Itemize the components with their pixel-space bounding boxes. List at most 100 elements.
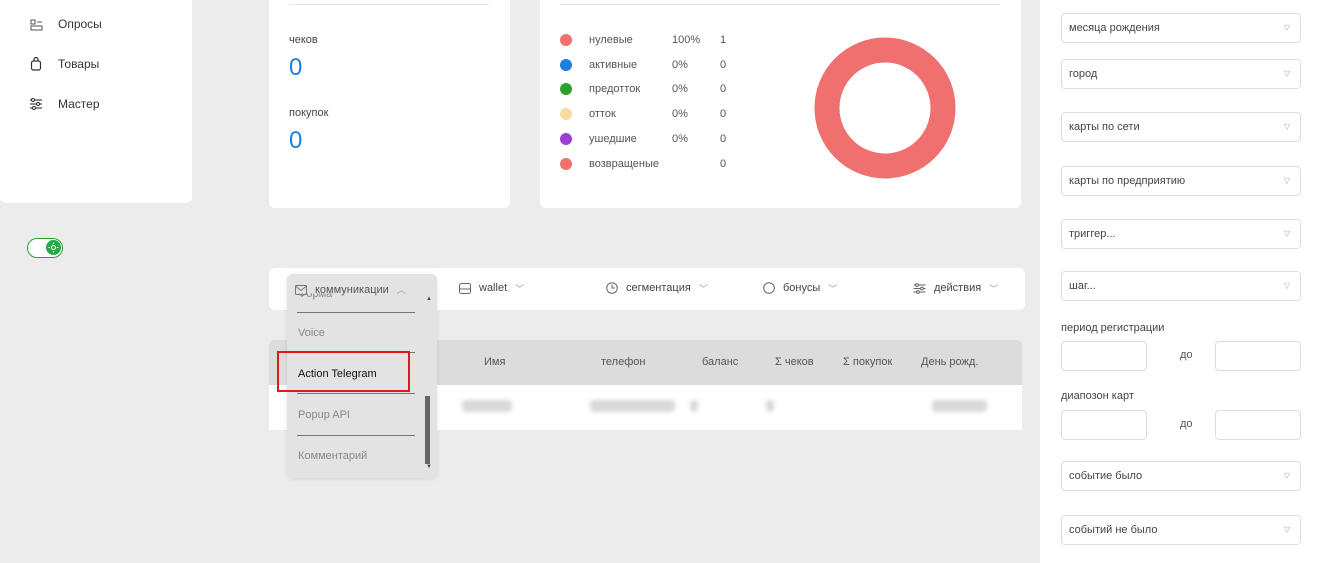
select-label: город [1069, 68, 1098, 80]
scroll-up-arrow[interactable]: ▲ [426, 296, 432, 302]
divider [289, 4, 489, 5]
select-label: триггер... [1069, 228, 1116, 240]
cards-range-label: диапозон карт [1061, 390, 1134, 402]
column-header-name[interactable]: Имя [484, 356, 505, 368]
donut-slice-zero [814, 37, 956, 179]
legend-dot [560, 158, 572, 170]
legend-name: ушедшие [589, 133, 637, 145]
legend-pct: 0% [672, 133, 688, 145]
legend-count: 1 [720, 34, 727, 46]
tab-label: действия [934, 282, 982, 294]
legend-count: 0 [720, 158, 727, 170]
tab-label: сегментация [626, 282, 691, 294]
select-label: карты по сети [1069, 121, 1140, 133]
registration-to-label: до [1180, 349, 1193, 361]
segments-donut [814, 37, 956, 179]
cards-from-input[interactable] [1061, 410, 1147, 440]
column-header-balance[interactable]: баланс [702, 356, 738, 368]
sidebar-item-surveys[interactable]: Опросы [28, 16, 102, 32]
registration-to-input[interactable] [1215, 341, 1301, 371]
chevron-down-icon: ▽ [1283, 471, 1290, 480]
chevron-down-icon: ▽ [1283, 69, 1290, 78]
legend-item: предотток 0% 0 [560, 81, 726, 97]
filter-enterprise-cards[interactable]: карты по предприятию ▽ [1061, 166, 1301, 196]
legend-dot [560, 133, 572, 145]
legend-count: 0 [720, 133, 727, 145]
theme-toggle[interactable] [27, 238, 63, 258]
sidebar-item-label: Мастер [58, 97, 100, 111]
purchases-value: 0 [289, 127, 303, 154]
cards-to-label: до [1180, 418, 1193, 430]
legend-dot [560, 34, 572, 46]
sidebar-item-label: Опросы [58, 17, 102, 31]
select-label: шаг... [1069, 280, 1096, 292]
chevron-down-icon: ▽ [1283, 281, 1290, 290]
chevron-down-icon: ﹀ [989, 283, 999, 294]
select-label: событий не было [1069, 524, 1158, 536]
legend-count: 0 [720, 108, 727, 120]
chevron-down-icon: ﹀ [515, 283, 525, 294]
dropdown-item-comment[interactable]: Комментарий [298, 450, 367, 462]
legend-item: нулевые 100% 1 [560, 32, 726, 48]
survey-icon [28, 16, 44, 32]
column-header-checks[interactable]: Σ чеков [775, 356, 814, 368]
sliders-icon [28, 96, 44, 112]
column-header-phone[interactable]: телефон [601, 356, 645, 368]
legend-item: ушедшие 0% 0 [560, 131, 726, 147]
chevron-down-icon: ﹀ [828, 283, 838, 294]
scroll-down-arrow[interactable]: ▼ [426, 464, 432, 470]
dropdown-scrollbar-thumb[interactable] [425, 396, 430, 464]
bag-icon [28, 56, 44, 72]
chevron-down-icon: ▽ [1283, 23, 1290, 32]
filter-event-not-happened[interactable]: событий не было ▽ [1061, 515, 1301, 545]
sun-icon [46, 240, 61, 255]
filter-city[interactable]: город ▽ [1061, 59, 1301, 89]
tab-segmentation[interactable]: сегментация ﹀ [606, 278, 708, 298]
legend-dot [560, 59, 572, 71]
sidebar-item-master[interactable]: Мастер [28, 96, 100, 112]
cards-to-input[interactable] [1215, 410, 1301, 440]
filter-event-happened[interactable]: событие было ▽ [1061, 461, 1301, 491]
redacted-balance [690, 400, 698, 412]
tab-bonuses[interactable]: бонусы ﹀ [763, 278, 837, 298]
dropdown-separator [297, 312, 415, 313]
legend-pct: 0% [672, 83, 688, 95]
circle-icon [763, 282, 775, 294]
legend-pct: 0% [672, 59, 688, 71]
highlight-box [277, 351, 410, 392]
select-label: карты по предприятию [1069, 175, 1186, 187]
legend-name: активные [589, 59, 638, 71]
chevron-down-icon: ▽ [1283, 122, 1290, 131]
tab-label: wallet [479, 282, 508, 294]
legend-name: нулевые [589, 34, 633, 46]
legend-dot [560, 108, 572, 120]
redacted-checks [766, 400, 774, 412]
checks-value: 0 [289, 54, 303, 81]
legend-dot [560, 83, 572, 95]
filter-step[interactable]: шаг... ▽ [1061, 271, 1301, 301]
select-label: событие было [1069, 470, 1143, 482]
legend-item: отток 0% 0 [560, 106, 726, 122]
filter-birth-month[interactable]: месяца рождения ▽ [1061, 13, 1301, 43]
redacted-phone [590, 400, 675, 412]
purchases-label: покупок [289, 107, 329, 119]
registration-from-input[interactable] [1061, 341, 1147, 371]
select-label: месяца рождения [1069, 22, 1160, 34]
dropdown-item-voice[interactable]: Voice [298, 327, 325, 339]
filter-trigger[interactable]: триггер... ▽ [1061, 219, 1301, 249]
dropdown-item-popup-api[interactable]: Popup API [298, 409, 350, 421]
chevron-down-icon: ﹀ [698, 283, 708, 294]
legend-item: активные 0% 0 [560, 57, 726, 73]
divider [560, 4, 1000, 5]
chevron-down-icon: ▽ [1283, 525, 1290, 534]
tab-label: бонусы [783, 282, 821, 294]
filter-network-cards[interactable]: карты по сети ▽ [1061, 112, 1301, 142]
legend-name: возвращеные [589, 158, 659, 170]
tab-wallet[interactable]: wallet ﹀ [459, 278, 524, 298]
tab-actions[interactable]: действия ﹀ [913, 278, 998, 298]
chevron-down-icon: ▽ [1283, 176, 1290, 185]
sidebar-item-goods[interactable]: Товары [28, 56, 99, 72]
column-header-birthday[interactable]: День рожд. [921, 356, 978, 368]
legend-name: предотток [589, 83, 641, 95]
column-header-purchases[interactable]: Σ покупок [843, 356, 892, 368]
